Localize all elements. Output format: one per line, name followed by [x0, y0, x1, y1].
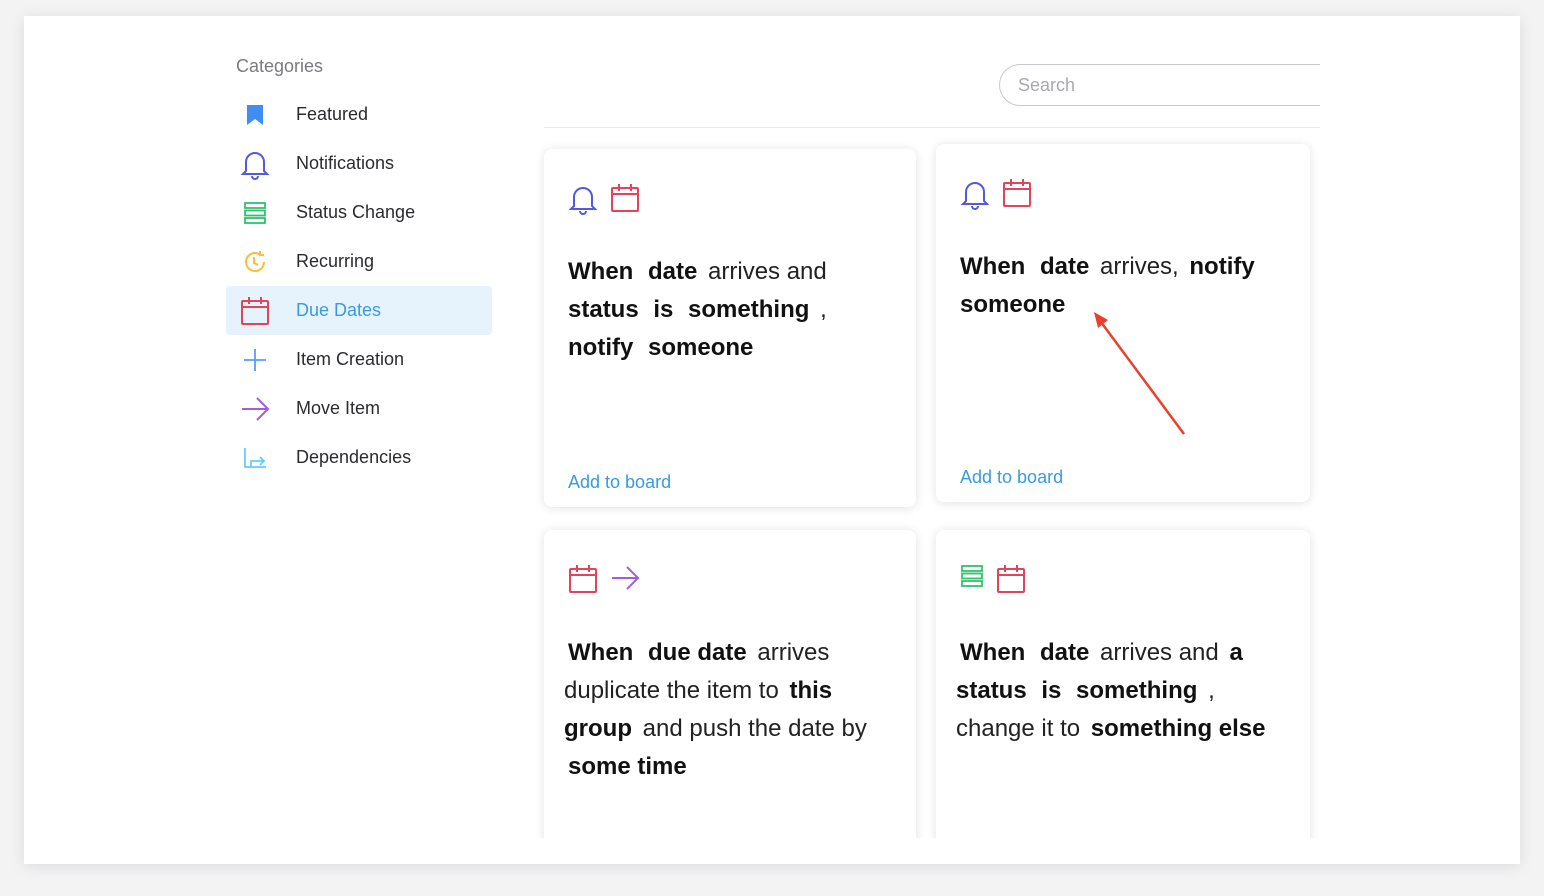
- recipe-card[interactable]: When date arrives and a status is someth…: [936, 530, 1310, 838]
- sidebar-item-notifications[interactable]: Notifications: [226, 139, 492, 188]
- recipe-field[interactable]: is: [1037, 677, 1065, 704]
- sidebar-item-label: Status Change: [296, 202, 416, 222]
- sidebar-item-label: Move Item: [296, 398, 381, 418]
- sidebar-item-label: Due Dates: [296, 300, 382, 320]
- calendar-icon: [1002, 178, 1032, 210]
- recipe-field[interactable]: status: [564, 296, 643, 323]
- recipe-field[interactable]: When: [564, 639, 637, 666]
- calendar-icon: [240, 296, 270, 326]
- recipe-text: When date arrives and status is somethin…: [564, 253, 898, 367]
- recipe-card[interactable]: When due date arrives duplicate the item…: [544, 530, 916, 838]
- recipe-field[interactable]: due date: [644, 639, 751, 666]
- sidebar-item-status-change[interactable]: Status Change: [226, 188, 492, 237]
- recipe-field[interactable]: some time: [564, 753, 691, 780]
- recipe-field[interactable]: something else: [1087, 715, 1270, 742]
- add-to-board-link[interactable]: Add to board: [568, 472, 671, 493]
- status-list-icon: [240, 198, 270, 228]
- sidebar-item-dependencies[interactable]: Dependencies: [226, 433, 492, 482]
- recipe-icons: [568, 564, 640, 594]
- recurring-clock-icon: [240, 247, 270, 277]
- calendar-icon: [568, 564, 598, 594]
- sidebar-item-due-dates[interactable]: Due Dates: [226, 286, 492, 335]
- recipe-icons: [960, 564, 1026, 594]
- recipe-icons: [568, 183, 640, 215]
- recipe-field[interactable]: someone: [956, 291, 1069, 318]
- recipe-static-text: arrives and: [1100, 639, 1219, 666]
- sidebar-item-item-creation[interactable]: Item Creation: [226, 335, 492, 384]
- recipe-static-text: arrives,: [1100, 253, 1179, 280]
- search-box[interactable]: [999, 64, 1320, 106]
- recipe-field[interactable]: is: [649, 296, 677, 323]
- sidebar-item-label: Item Creation: [296, 349, 405, 369]
- recipe-field[interactable]: date: [644, 258, 701, 285]
- recipe-text: When due date arrives duplicate the item…: [564, 634, 898, 786]
- content-area: Categories Featured Notifications Status C…: [24, 16, 1320, 838]
- status-list-icon: [960, 564, 984, 594]
- recipe-field[interactable]: something: [684, 296, 813, 323]
- recipe-static-text: and push the date by: [642, 715, 867, 742]
- recipe-text: When date arrives and a status is someth…: [956, 634, 1292, 748]
- calendar-icon: [610, 183, 640, 215]
- recipe-field[interactable]: When: [956, 639, 1029, 666]
- sidebar-item-label: Dependencies: [296, 447, 412, 467]
- arrow-right-icon: [240, 394, 270, 424]
- recipe-field[interactable]: someone: [644, 334, 757, 361]
- recipe-field[interactable]: date: [1036, 639, 1093, 666]
- recipe-card[interactable]: When date arrives and status is somethin…: [544, 149, 916, 507]
- calendar-icon: [996, 564, 1026, 594]
- app-window: Categories Featured Notifications Status C…: [24, 16, 1520, 864]
- add-to-board-link[interactable]: Add to board: [960, 467, 1063, 488]
- bookmark-icon: [240, 100, 270, 130]
- recipe-field[interactable]: something: [1072, 677, 1201, 704]
- sidebar-item-label: Featured: [296, 104, 369, 124]
- bell-icon: [568, 183, 598, 215]
- dependency-icon: [240, 443, 270, 473]
- recipe-icons: [960, 178, 1032, 210]
- bell-icon: [960, 178, 990, 210]
- annotation-arrow: [1094, 312, 1186, 435]
- bell-icon: [240, 149, 270, 180]
- category-list: Featured Notifications Status Change Recurr…: [226, 90, 492, 482]
- sidebar-item-move-item[interactable]: Move Item: [226, 384, 492, 433]
- header-divider: [544, 127, 1320, 128]
- sidebar-item-featured[interactable]: Featured: [226, 90, 492, 139]
- recipe-field[interactable]: When: [956, 253, 1029, 280]
- recipe-field[interactable]: date: [1036, 253, 1093, 280]
- recipe-field[interactable]: notify: [1185, 253, 1258, 280]
- search-input[interactable]: [1018, 74, 1320, 96]
- categories-heading: Categories: [236, 56, 324, 76]
- recipe-static-text: ,: [820, 296, 827, 323]
- recipe-static-text: arrives and: [708, 258, 827, 285]
- sidebar-item-label: Notifications: [296, 153, 395, 173]
- sidebar-item-recurring[interactable]: Recurring: [226, 237, 492, 286]
- arrow-right-icon: [610, 564, 640, 594]
- recipe-field[interactable]: When: [564, 258, 637, 285]
- sidebar-item-label: Recurring: [296, 251, 375, 271]
- recipe-field[interactable]: notify: [564, 334, 637, 361]
- plus-icon: [240, 345, 270, 375]
